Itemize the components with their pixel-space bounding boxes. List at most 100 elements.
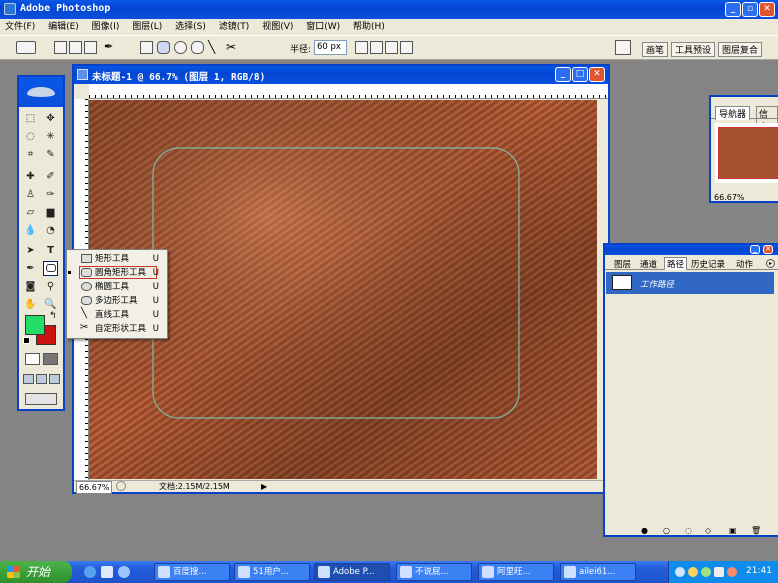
standard-mode-icon[interactable]	[25, 353, 40, 365]
menu-edit[interactable]: 编辑(E)	[43, 19, 84, 36]
subtract-shape-area-icon[interactable]	[385, 41, 398, 54]
new-path-icon[interactable]: ▣	[729, 525, 737, 537]
tray-icon-3[interactable]	[701, 567, 711, 577]
tray-icon-1[interactable]	[675, 567, 685, 577]
task-baidu[interactable]: 百度搜...	[154, 563, 230, 581]
flyout-item-custom-shape[interactable]: ✂ 自定形状工具 U	[69, 322, 165, 336]
tab-navigator[interactable]: 导航器	[715, 106, 751, 120]
radius-input[interactable]: 60 px	[314, 40, 347, 55]
gradient-tool-icon[interactable]: ▆	[43, 205, 58, 220]
tray-volume-icon[interactable]	[714, 567, 724, 577]
menu-image[interactable]: 图像(I)	[87, 19, 125, 36]
flyout-item-polygon[interactable]: 多边形工具 U	[69, 294, 165, 308]
fill-path-icon[interactable]: ●	[641, 525, 648, 537]
doc-close-button[interactable]: ✕	[589, 67, 605, 82]
flyout-item-line[interactable]: ╲ 直线工具 U	[69, 308, 165, 322]
document-titlebar[interactable]: 未标题-1 @ 66.7% (图层 1, RGB/8) _ □ ✕	[74, 66, 608, 84]
new-shape-area-icon[interactable]	[355, 41, 368, 54]
delete-path-icon[interactable]: 🗑	[751, 525, 761, 537]
screen-mode-full-icon[interactable]	[49, 374, 60, 384]
doc-maximize-button[interactable]: □	[572, 67, 588, 82]
palette-well-tool-presets[interactable]: 工具预设	[671, 42, 716, 57]
slice-tool-icon[interactable]: ✎	[43, 147, 58, 162]
screen-mode-standard-icon[interactable]	[23, 374, 34, 384]
menu-select[interactable]: 选择(S)	[170, 19, 211, 36]
add-shape-area-icon[interactable]	[370, 41, 383, 54]
tab-paths[interactable]: 路径	[664, 257, 688, 270]
task-buxhuo[interactable]: 不说屁...	[396, 563, 472, 581]
quick-mask-mode-icon[interactable]	[43, 353, 58, 365]
doc-zoom-field[interactable]: 66.67%	[76, 481, 112, 494]
navigator-zoom[interactable]: 66.67%	[714, 193, 745, 202]
tray-icon-2[interactable]	[688, 567, 698, 577]
status-arrow-icon[interactable]: ▶	[261, 481, 267, 492]
foreground-color-swatch[interactable]	[25, 315, 45, 335]
menu-window[interactable]: 窗口(W)	[301, 19, 345, 36]
start-button[interactable]: 开始	[0, 561, 72, 583]
navigator-view-box[interactable]	[718, 127, 778, 179]
panel-close-button[interactable]: ✕	[763, 245, 773, 254]
load-selection-icon[interactable]: ◌	[685, 525, 692, 537]
line-icon[interactable]: ╲	[208, 41, 221, 54]
rounded-rectangle-icon[interactable]	[157, 41, 170, 54]
status-menu-icon[interactable]	[116, 481, 126, 491]
palette-well-layer-comps[interactable]: 图层复合	[718, 42, 763, 57]
type-tool-icon[interactable]: T	[43, 243, 58, 258]
flyout-item-rectangle[interactable]: 矩形工具 U	[69, 252, 165, 266]
crop-tool-icon[interactable]: ⌗	[23, 147, 38, 162]
brush-tool-icon[interactable]: ✐	[43, 169, 58, 184]
tab-history[interactable]: 历史记录	[691, 258, 725, 270]
tab-actions[interactable]: 动作	[736, 258, 753, 270]
custom-shape-icon[interactable]: ✂	[226, 41, 239, 54]
minimize-button[interactable]: _	[725, 2, 741, 17]
close-button[interactable]: ✕	[759, 2, 775, 17]
swap-colors-icon[interactable]: ↰	[49, 311, 57, 321]
marquee-tool-icon[interactable]: ⬚	[23, 111, 38, 126]
flyout-item-rounded-rectangle[interactable]: 圆角矩形工具 U	[68, 266, 165, 280]
blur-tool-icon[interactable]: 💧	[23, 223, 38, 238]
tab-channels[interactable]: 通道	[640, 258, 657, 270]
clone-stamp-tool-icon[interactable]: ♙	[23, 187, 38, 202]
clock[interactable]: 21:41	[746, 566, 772, 576]
tab-layers[interactable]: 图层	[614, 258, 631, 270]
intersect-shape-area-icon[interactable]	[400, 41, 413, 54]
ellipse-icon[interactable]	[174, 41, 187, 54]
task-51user[interactable]: 51用户...	[234, 563, 310, 581]
menu-filter[interactable]: 滤镜(T)	[214, 19, 255, 36]
eraser-tool-icon[interactable]: ▱	[23, 205, 38, 220]
task-ailei61[interactable]: ailei61...	[560, 563, 636, 581]
shape-layers-icon[interactable]	[54, 41, 67, 54]
magic-wand-tool-icon[interactable]: ✳	[43, 129, 58, 144]
stroke-path-icon[interactable]: ○	[663, 525, 670, 537]
app-titlebar[interactable]: Adobe Photoshop _ ▫ ✕	[0, 0, 778, 19]
quicklaunch-ie-icon[interactable]	[84, 566, 96, 578]
restore-button[interactable]: ▫	[742, 2, 758, 17]
palette-well-brushes[interactable]: 画笔	[642, 42, 669, 57]
quicklaunch-player-icon[interactable]	[118, 566, 130, 578]
file-browser-icon[interactable]	[615, 40, 631, 55]
history-brush-tool-icon[interactable]: ✑	[43, 187, 58, 202]
move-tool-icon[interactable]: ✥	[43, 111, 58, 126]
zoom-tool-icon[interactable]: 🔍	[43, 297, 58, 312]
pen-icon[interactable]: ✒	[104, 41, 117, 54]
quicklaunch-media-icon[interactable]	[101, 566, 113, 578]
notes-tool-icon[interactable]: ◙	[23, 279, 38, 294]
path-row-work-path[interactable]: 工作路径	[606, 272, 774, 294]
lasso-tool-icon[interactable]: ◌	[23, 129, 38, 144]
path-selection-tool-icon[interactable]: ➤	[23, 243, 38, 258]
make-work-path-icon[interactable]: ◇	[705, 525, 711, 537]
paths-mode-icon[interactable]	[69, 41, 82, 54]
tool-preset-picker[interactable]	[16, 41, 36, 54]
dodge-tool-icon[interactable]: ◔	[43, 223, 58, 238]
doc-minimize-button[interactable]: _	[555, 67, 571, 82]
polygon-icon[interactable]	[191, 41, 204, 54]
panel-minimize-button[interactable]: _	[750, 245, 760, 254]
eyedropper-tool-icon[interactable]: ⚲	[43, 279, 58, 294]
menu-file[interactable]: 文件(F)	[0, 19, 40, 36]
hand-tool-icon[interactable]: ✋	[23, 297, 38, 312]
default-colors-icon[interactable]	[23, 337, 30, 344]
navigator-thumbnail[interactable]	[715, 123, 778, 183]
panel-menu-icon[interactable]: ▸	[766, 259, 775, 268]
task-aliwangwang[interactable]: 阿里旺...	[478, 563, 554, 581]
menu-view[interactable]: 视图(V)	[257, 19, 298, 36]
